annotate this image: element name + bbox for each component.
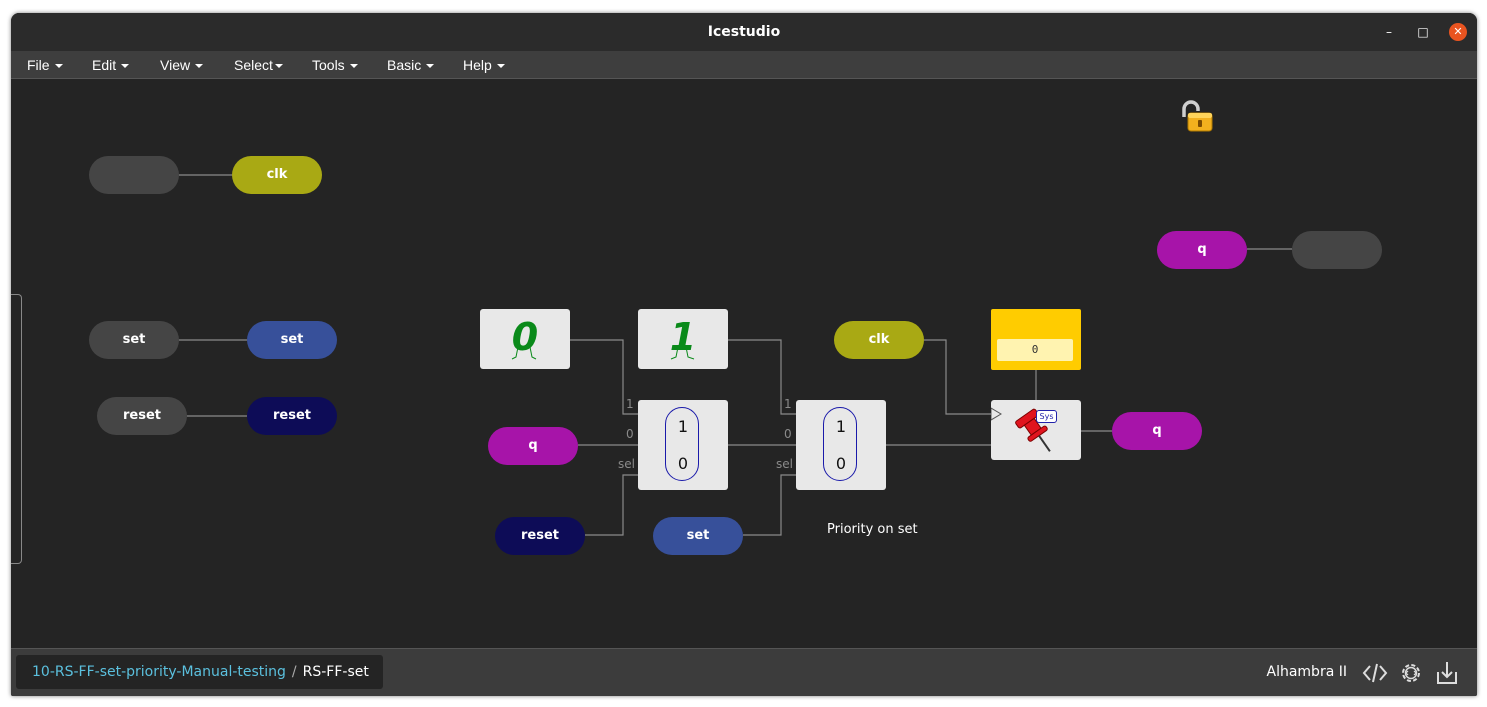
- chevron-down-icon: [54, 64, 63, 69]
- clk-input-pin-name[interactable]: [89, 156, 179, 194]
- menu-tools-label: Tools: [312, 57, 345, 73]
- wire-clk-dff: [924, 339, 991, 415]
- clk-input-port[interactable]: clk: [232, 156, 322, 194]
- menu-file[interactable]: File: [27, 57, 63, 73]
- wire-set-sel: [743, 474, 796, 536]
- menu-basic[interactable]: Basic: [387, 57, 435, 73]
- app-window: Icestudio – □ ✕ File Edit View Select To…: [11, 13, 1477, 696]
- q-output-port-circuit[interactable]: q: [1112, 412, 1202, 450]
- mux-input-0-label: 0: [835, 454, 847, 473]
- breadcrumb-separator: /: [291, 664, 297, 680]
- chevron-down-icon: [496, 64, 505, 69]
- download-icon[interactable]: [1434, 660, 1460, 686]
- q-output-port[interactable]: q: [1157, 231, 1247, 269]
- settings-icon[interactable]: [1398, 660, 1424, 686]
- pin-label-sel: sel: [618, 457, 635, 471]
- menu-tools[interactable]: Tools: [312, 57, 358, 73]
- set-input-pin-name[interactable]: set: [89, 321, 179, 359]
- memory-init-block[interactable]: 0: [991, 309, 1081, 370]
- dff-system-block[interactable]: Sys: [991, 400, 1081, 460]
- constant-legs-icon: [511, 347, 537, 360]
- reset-input-port[interactable]: reset: [247, 397, 337, 435]
- menu-basic-label: Basic: [387, 57, 422, 73]
- menu-file-label: File: [27, 57, 50, 73]
- chevron-down-icon: [121, 64, 130, 69]
- pushpin-icon: [991, 407, 1051, 452]
- mux-input-1-label: 1: [835, 417, 847, 436]
- chevron-down-icon: [349, 64, 358, 69]
- chevron-down-icon: [195, 64, 204, 69]
- mux-block-2[interactable]: 1 0: [796, 400, 886, 490]
- menubar: File Edit View Select Tools Basic Help: [11, 51, 1477, 79]
- maximize-button[interactable]: □: [1414, 23, 1432, 41]
- mux-input-0-label: 0: [677, 454, 689, 473]
- close-button[interactable]: ✕: [1449, 23, 1467, 41]
- titlebar: Icestudio – □ ✕: [11, 13, 1477, 51]
- mux-symbol: 1 0: [823, 407, 857, 481]
- pin-label-1: 1: [784, 397, 792, 411]
- menu-select[interactable]: Select: [234, 57, 283, 73]
- menu-help-label: Help: [463, 57, 492, 73]
- design-canvas[interactable]: clk set set reset reset q 0 1 1 0 1 0 se…: [11, 79, 1477, 648]
- set-input-port[interactable]: set: [247, 321, 337, 359]
- board-name[interactable]: Alhambra II: [1267, 664, 1348, 680]
- unlocked-padlock-icon[interactable]: [1178, 99, 1214, 135]
- window-title: Icestudio: [707, 24, 781, 40]
- chevron-down-icon: [426, 64, 435, 69]
- reset-input-pin-name[interactable]: reset: [97, 397, 187, 435]
- pin-label-0: 0: [784, 427, 792, 441]
- menu-help[interactable]: Help: [463, 57, 505, 73]
- statusbar: 10-RS-FF-set-priority-Manual-testing / RS-…: [11, 648, 1477, 696]
- mux-symbol: 1 0: [665, 407, 699, 481]
- mux-input-1-label: 1: [677, 417, 689, 436]
- reset-port[interactable]: reset: [495, 517, 585, 555]
- chevron-down-icon: [274, 64, 283, 69]
- menu-edit[interactable]: Edit: [92, 57, 130, 73]
- menu-view-label: View: [160, 57, 191, 73]
- breadcrumb-parent-link[interactable]: 10-RS-FF-set-priority-Manual-testing: [32, 664, 286, 680]
- code-icon[interactable]: [1362, 660, 1388, 686]
- menu-edit-label: Edit: [92, 57, 117, 73]
- comment-text[interactable]: Priority on set: [827, 522, 918, 537]
- wires-layer: [179, 174, 1292, 536]
- mux-block-1[interactable]: 1 0: [638, 400, 728, 490]
- pin-label-sel: sel: [776, 457, 793, 471]
- q-input-port[interactable]: q: [488, 427, 578, 465]
- pin-label-1: 1: [626, 397, 634, 411]
- clk-port[interactable]: clk: [834, 321, 924, 359]
- memory-init-value[interactable]: 0: [997, 339, 1073, 361]
- sys-badge: Sys: [1036, 410, 1057, 423]
- breadcrumb-current: RS-FF-set: [302, 664, 369, 680]
- breadcrumb: 10-RS-FF-set-priority-Manual-testing / RS-…: [16, 655, 383, 689]
- menu-select-label: Select: [234, 57, 273, 73]
- constant-one-block[interactable]: 1: [638, 309, 728, 369]
- set-port[interactable]: set: [653, 517, 743, 555]
- pin-label-0: 0: [626, 427, 634, 441]
- q-output-pin-name[interactable]: [1292, 231, 1382, 269]
- constant-legs-icon: [670, 347, 695, 360]
- minimize-button[interactable]: –: [1380, 23, 1398, 41]
- menu-view[interactable]: View: [160, 57, 204, 73]
- wire-reset-sel: [585, 474, 638, 536]
- constant-zero-block[interactable]: 0: [480, 309, 570, 369]
